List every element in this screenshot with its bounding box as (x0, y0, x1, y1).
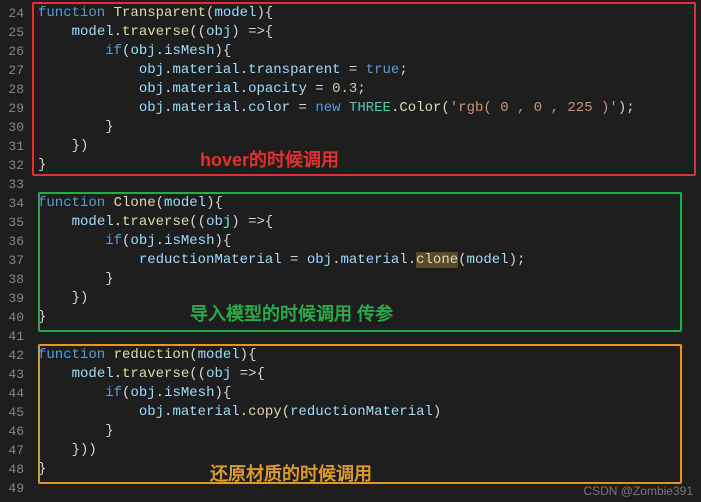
code-line[interactable]: model.traverse((obj) =>{ (38, 23, 701, 42)
code-line[interactable]: obj.material.opacity = 0.3; (38, 80, 701, 99)
line-number-gutter: 24 25 26 27 28 29 30 31 32 33 34 35 36 3… (0, 0, 30, 502)
code-line[interactable]: obj.material.transparent = true; (38, 61, 701, 80)
code-line[interactable]: function Clone(model){ (38, 194, 701, 213)
code-line[interactable]: } (38, 422, 701, 441)
code-line[interactable]: } (38, 308, 701, 327)
code-line[interactable]: }) (38, 137, 701, 156)
code-line[interactable] (38, 175, 701, 194)
code-line[interactable]: obj.material.color = new THREE.Color('rg… (38, 99, 701, 118)
code-line[interactable]: } (38, 156, 701, 175)
code-line[interactable]: if(obj.isMesh){ (38, 384, 701, 403)
code-line[interactable]: function reduction(model){ (38, 346, 701, 365)
code-line[interactable]: } (38, 118, 701, 137)
code-line[interactable]: })) (38, 441, 701, 460)
code-line[interactable]: if(obj.isMesh){ (38, 42, 701, 61)
code-line[interactable] (38, 327, 701, 346)
code-line[interactable]: obj.material.copy(reductionMaterial) (38, 403, 701, 422)
code-line[interactable]: function Transparent(model){ (38, 4, 701, 23)
watermark: CSDN @Zombie391 (583, 484, 693, 498)
code-line[interactable]: model.traverse((obj =>{ (38, 365, 701, 384)
code-editor: 24 25 26 27 28 29 30 31 32 33 34 35 36 3… (0, 0, 701, 502)
code-line[interactable]: } (38, 270, 701, 289)
code-line[interactable]: } (38, 460, 701, 479)
code-line[interactable]: reductionMaterial = obj.material.clone(m… (38, 251, 701, 270)
code-line[interactable]: }) (38, 289, 701, 308)
code-line[interactable]: model.traverse((obj) =>{ (38, 213, 701, 232)
code-area[interactable]: function Transparent(model){ model.trave… (30, 0, 701, 502)
code-line[interactable]: if(obj.isMesh){ (38, 232, 701, 251)
